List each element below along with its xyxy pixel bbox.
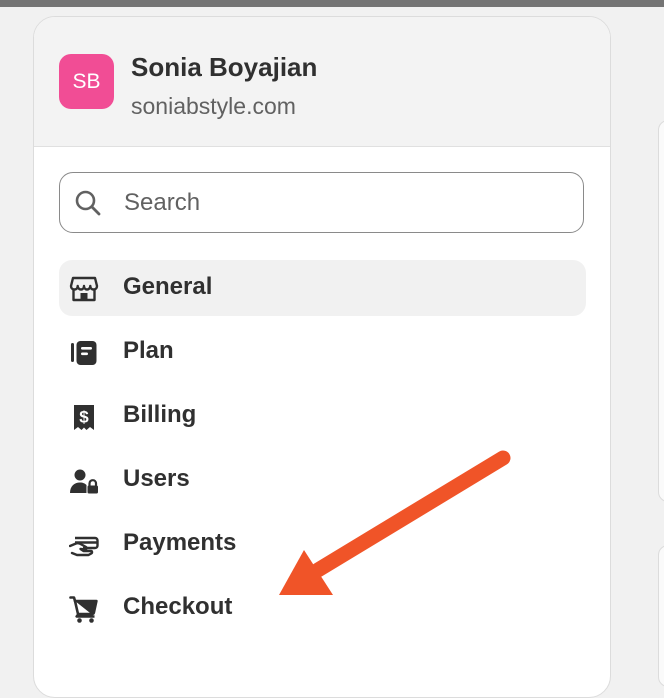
nav-label-billing: Billing: [123, 401, 197, 428]
users-lock-icon: [70, 469, 98, 494]
plan-icon: [71, 341, 97, 365]
nav-item-billing[interactable]: $ Billing: [59, 388, 586, 444]
billing-receipt-icon: $: [74, 405, 94, 430]
store-icon: [69, 276, 99, 302]
svg-text:$: $: [79, 408, 89, 427]
nav-label-users: Users: [123, 465, 190, 492]
nav-item-checkout[interactable]: Checkout: [59, 580, 586, 636]
adjacent-card-edge: [658, 120, 664, 502]
search-icon: [75, 190, 101, 216]
nav-item-payments[interactable]: Payments: [59, 516, 586, 572]
payments-hand-card-icon: [69, 536, 99, 557]
nav-item-plan[interactable]: Plan: [59, 324, 586, 380]
settings-nav: General Plan $ Billing Users Payments Ch…: [59, 260, 586, 644]
nav-item-general[interactable]: General: [59, 260, 586, 316]
settings-sidebar: SB Sonia Boyajian soniabstyle.com Genera…: [33, 16, 611, 698]
cart-icon: [69, 596, 98, 623]
nav-label-checkout: Checkout: [123, 593, 233, 620]
nav-label-payments: Payments: [123, 529, 237, 556]
store-header[interactable]: SB Sonia Boyajian soniabstyle.com: [34, 17, 610, 147]
search-field[interactable]: [59, 172, 584, 233]
window-top-edge: [0, 0, 664, 7]
search-input[interactable]: [122, 173, 566, 233]
store-avatar: SB: [59, 54, 114, 109]
store-name: Sonia Boyajian: [131, 52, 318, 82]
adjacent-card-edge-lower: [658, 545, 664, 687]
nav-label-plan: Plan: [123, 337, 174, 364]
nav-item-users[interactable]: Users: [59, 452, 586, 508]
nav-label-general: General: [123, 273, 213, 300]
store-domain: soniabstyle.com: [131, 93, 296, 119]
